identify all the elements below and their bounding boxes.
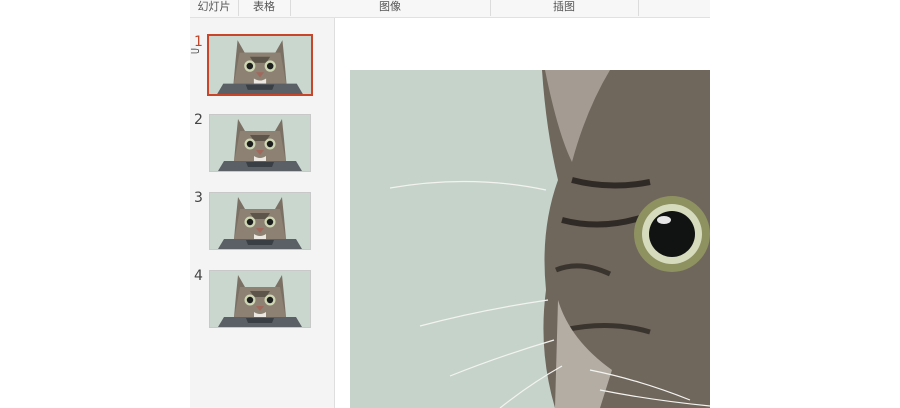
slide-thumbnail-pane[interactable]: ⸧ 1 2 <box>190 18 335 408</box>
ribbon-group-illustrations[interactable]: 插图 <box>490 0 639 16</box>
ribbon-group-label: 图像 <box>379 0 401 13</box>
cat-photo-icon <box>210 193 310 249</box>
slide-thumbnail-frame[interactable] <box>209 114 311 172</box>
slide-editing-area[interactable] <box>335 18 710 408</box>
ribbon-group-tables[interactable]: 表格 <box>238 0 291 16</box>
ribbon-group-label: 幻灯片 <box>197 0 231 13</box>
slide-number: 3 <box>194 190 203 206</box>
slide-thumbnail-3[interactable]: 3 <box>190 190 334 258</box>
ribbon-group-images[interactable]: 图像 <box>290 0 491 16</box>
cat-photo-icon <box>210 115 310 171</box>
cat-photo-icon <box>209 36 311 94</box>
slide-thumbnail-frame[interactable] <box>207 34 313 96</box>
slide-number: 1 <box>194 34 203 50</box>
ribbon-group-labels: 幻灯片 表格 图像 插图 <box>190 0 710 18</box>
cat-photo-icon[interactable] <box>350 70 710 408</box>
ribbon-group-label: 插图 <box>553 0 575 13</box>
cat-photo-icon <box>210 271 310 327</box>
slide-thumbnail-2[interactable]: 2 <box>190 112 334 180</box>
slide-thumbnail-1[interactable]: 1 <box>190 34 334 102</box>
current-slide[interactable] <box>350 70 710 408</box>
ribbon-group-label: 表格 <box>253 0 275 13</box>
ribbon-group-slides[interactable]: 幻灯片 <box>190 0 239 16</box>
powerpoint-window: 幻灯片 表格 图像 插图 ⸧ 1 <box>190 0 710 408</box>
slide-number: 4 <box>194 268 203 284</box>
slide-number: 2 <box>194 112 203 128</box>
slide-thumbnail-4[interactable]: 4 <box>190 268 334 336</box>
slide-thumbnail-frame[interactable] <box>209 192 311 250</box>
slide-thumbnail-frame[interactable] <box>209 270 311 328</box>
